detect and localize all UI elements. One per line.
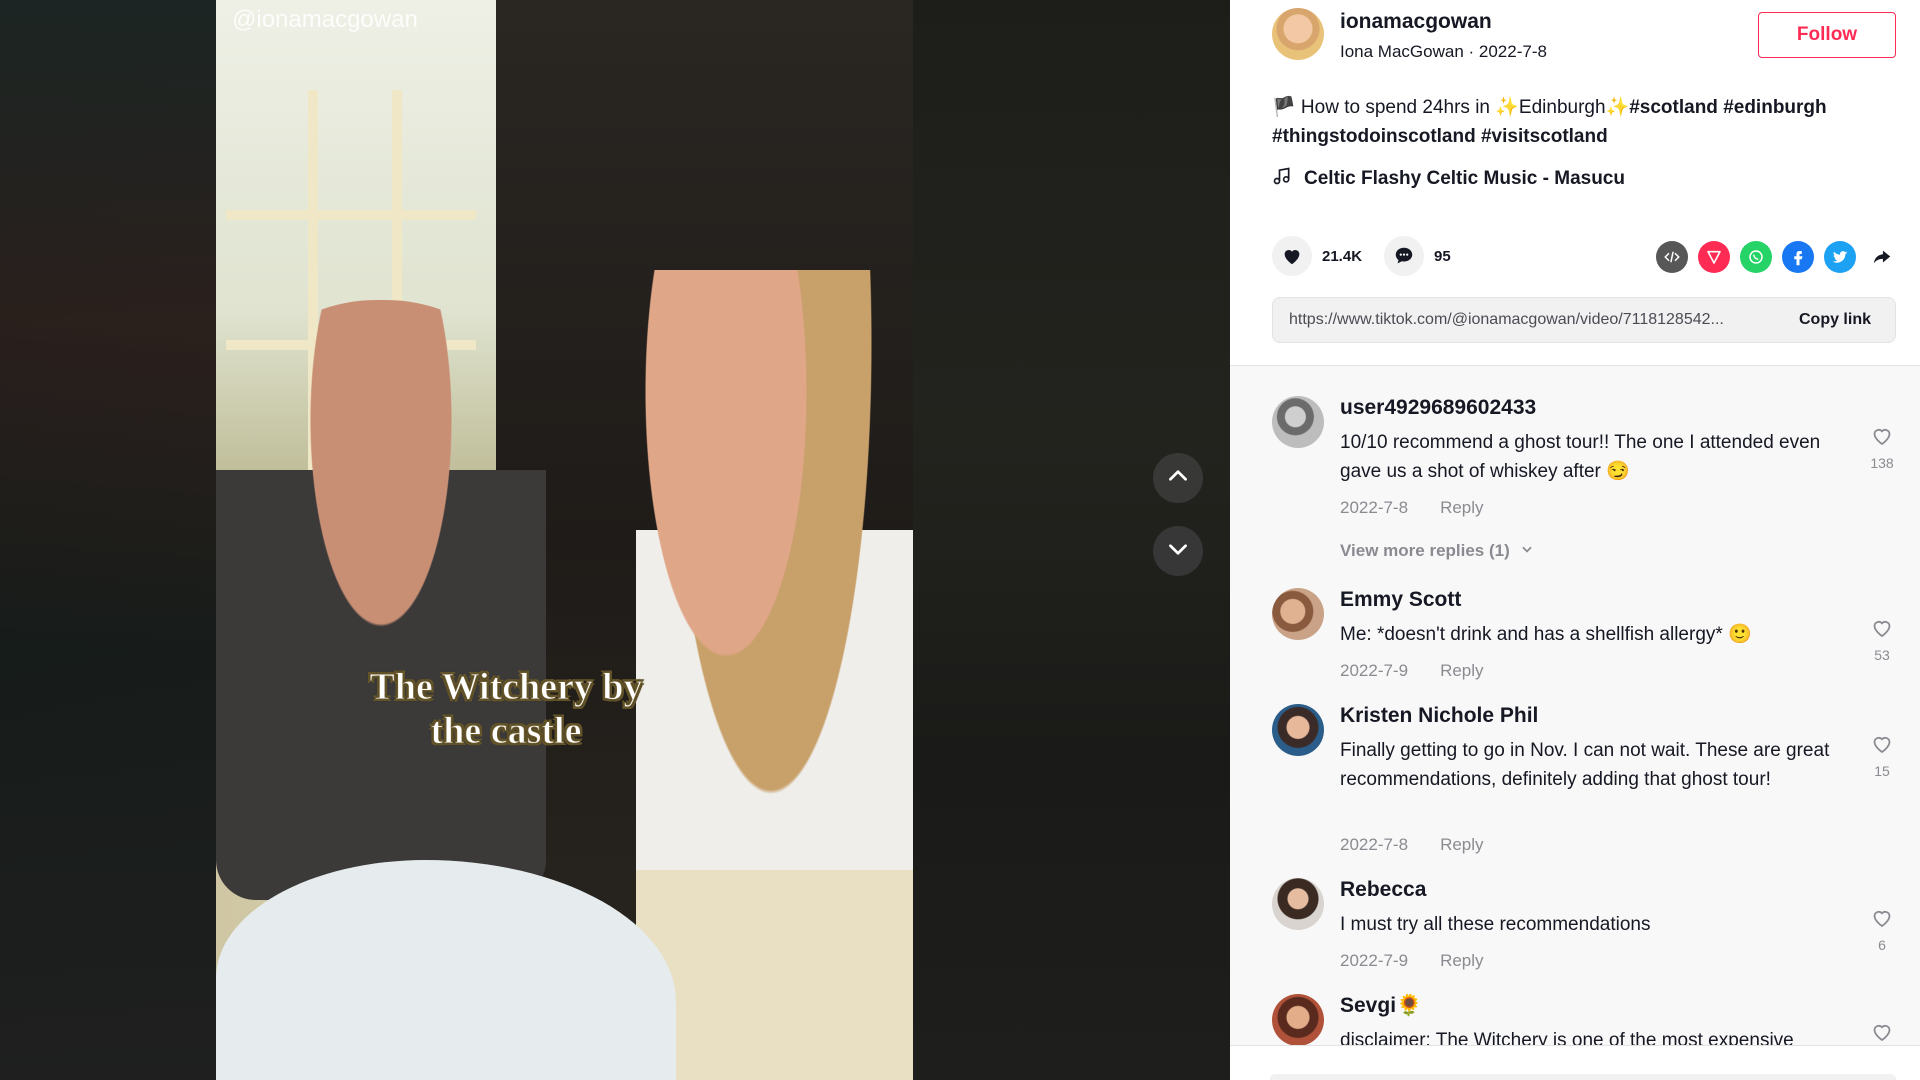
comment-author[interactable]: user4929689602433 [1340, 396, 1536, 420]
video-caption: The Witchery by the castle [369, 666, 643, 753]
action-bar: 21.4K 95 [1272, 236, 1892, 276]
heart-outline-icon[interactable] [1870, 910, 1894, 934]
follow-button[interactable]: Follow [1758, 12, 1896, 58]
comment-icon[interactable] [1384, 236, 1424, 276]
comment-meta: 2022-7-9 Reply [1340, 951, 1484, 971]
comment-date: 2022-7-8 [1340, 498, 1409, 517]
copy-link-button[interactable]: Copy link [1783, 311, 1895, 329]
comment-text: Finally getting to go in Nov. I can not … [1340, 740, 1830, 790]
heart-outline-icon[interactable] [1870, 428, 1894, 452]
comment-like-count: 138 [1870, 455, 1894, 471]
avatar[interactable] [1272, 878, 1324, 930]
share-arrow-icon[interactable] [1866, 241, 1898, 273]
share-link-url[interactable]: https://www.tiktok.com/@ionamacgowan/vid… [1273, 311, 1783, 329]
comment-input[interactable] [1270, 1074, 1896, 1080]
comment-list: user4929689602433 10/10 recommend a ghos… [1230, 366, 1920, 1051]
embed-icon[interactable] [1656, 241, 1688, 273]
comment-date: 2022-7-9 [1340, 951, 1409, 970]
comment-text: I must try all these recommendations [1340, 914, 1651, 935]
background-blur-left [0, 0, 216, 1080]
comment-author[interactable]: Sevgi🌻 [1340, 994, 1422, 1018]
comment-input-bar [1230, 1045, 1920, 1080]
music-link[interactable]: Celtic Flashy Celtic Music - Masucu [1272, 166, 1625, 192]
music-note-icon [1272, 166, 1292, 192]
send-icon[interactable] [1698, 241, 1730, 273]
video-person-right [636, 270, 913, 1080]
comment-action[interactable]: 95 [1384, 236, 1451, 276]
comment-item: user4929689602433 10/10 recommend a ghos… [1272, 396, 1894, 560]
details-panel: ionamacgowan Iona MacGowan · 2022-7-8 🏴 … [1230, 0, 1920, 1080]
description-text: 🏴 How to spend 24hrs in ✨Edinburgh✨ [1272, 97, 1630, 118]
author-username[interactable]: ionamacgowan [1340, 10, 1492, 34]
reply-button[interactable]: Reply [1440, 835, 1483, 855]
facebook-icon[interactable] [1782, 241, 1814, 273]
comment-like[interactable]: 138 [1862, 424, 1902, 471]
comment-date: 2022-7-9 [1340, 661, 1409, 680]
view-more-replies-label: View more replies (1) [1340, 541, 1510, 560]
video-watermark: @ionamacgowan [232, 6, 418, 33]
comment-item: Emmy Scott Me: *doesn't drink and has a … [1272, 588, 1892, 688]
heart-icon[interactable] [1272, 236, 1312, 276]
comment-like-count: 53 [1874, 647, 1890, 663]
like-action[interactable]: 21.4K [1272, 236, 1362, 276]
twitter-icon[interactable] [1824, 241, 1856, 273]
comment-count: 95 [1434, 247, 1451, 265]
comment-like-count: 15 [1874, 763, 1890, 779]
music-title: Celtic Flashy Celtic Music - Masucu [1304, 168, 1625, 189]
comment-like[interactable]: 6 [1862, 906, 1902, 953]
comment-text: Me: *doesn't drink and has a shellfish a… [1340, 624, 1752, 645]
comment-date: 2022-7-8 [1340, 835, 1409, 854]
avatar[interactable] [1272, 994, 1324, 1046]
next-video-button[interactable] [1153, 526, 1203, 576]
comment-item: Kristen Nichole Phil Finally getting to … [1272, 704, 1892, 854]
reply-button[interactable]: Reply [1440, 951, 1483, 971]
heart-outline-icon[interactable] [1870, 736, 1894, 760]
comment-text: 10/10 recommend a ghost tour!! The one I… [1340, 432, 1821, 482]
comment-meta: 2022-7-8 Reply [1340, 498, 1484, 518]
avatar[interactable] [1272, 704, 1324, 756]
heart-outline-icon[interactable] [1870, 620, 1894, 644]
author-subline: Iona MacGowan · 2022-7-8 [1340, 42, 1547, 61]
view-more-replies[interactable]: View more replies (1) [1340, 541, 1534, 561]
chevron-down-icon [1520, 541, 1534, 561]
comment-like-count: 6 [1878, 937, 1886, 953]
comment-author[interactable]: Rebecca [1340, 878, 1426, 902]
video-stage: @ionamacgowan The Witchery by the castle [0, 0, 1230, 1080]
comment-author[interactable]: Kristen Nichole Phil [1340, 704, 1538, 728]
comment-item: Rebecca I must try all these recommendat… [1272, 878, 1892, 978]
video-player[interactable]: @ionamacgowan The Witchery by the castle [216, 0, 913, 1080]
reply-button[interactable]: Reply [1440, 661, 1483, 681]
avatar[interactable] [1272, 588, 1324, 640]
post-description: 🏴 How to spend 24hrs in ✨Edinburgh✨#scot… [1272, 93, 1892, 151]
like-count: 21.4K [1322, 247, 1363, 265]
comment-like[interactable]: 15 [1862, 732, 1902, 779]
comment-author[interactable]: Emmy Scott [1340, 588, 1461, 612]
video-person-left [216, 300, 546, 900]
avatar[interactable] [1272, 396, 1324, 448]
whatsapp-icon[interactable] [1740, 241, 1772, 273]
chevron-up-icon [1165, 463, 1191, 494]
chevron-down-icon [1165, 536, 1191, 567]
author-avatar[interactable] [1272, 8, 1324, 60]
comment-like[interactable]: 53 [1862, 616, 1902, 663]
previous-video-button[interactable] [1153, 453, 1203, 503]
comment-meta: 2022-7-8 Reply [1340, 835, 1484, 855]
share-link-box: https://www.tiktok.com/@ionamacgowan/vid… [1272, 297, 1896, 343]
comment-meta: 2022-7-9 Reply [1340, 661, 1484, 681]
reply-button[interactable]: Reply [1440, 498, 1483, 518]
